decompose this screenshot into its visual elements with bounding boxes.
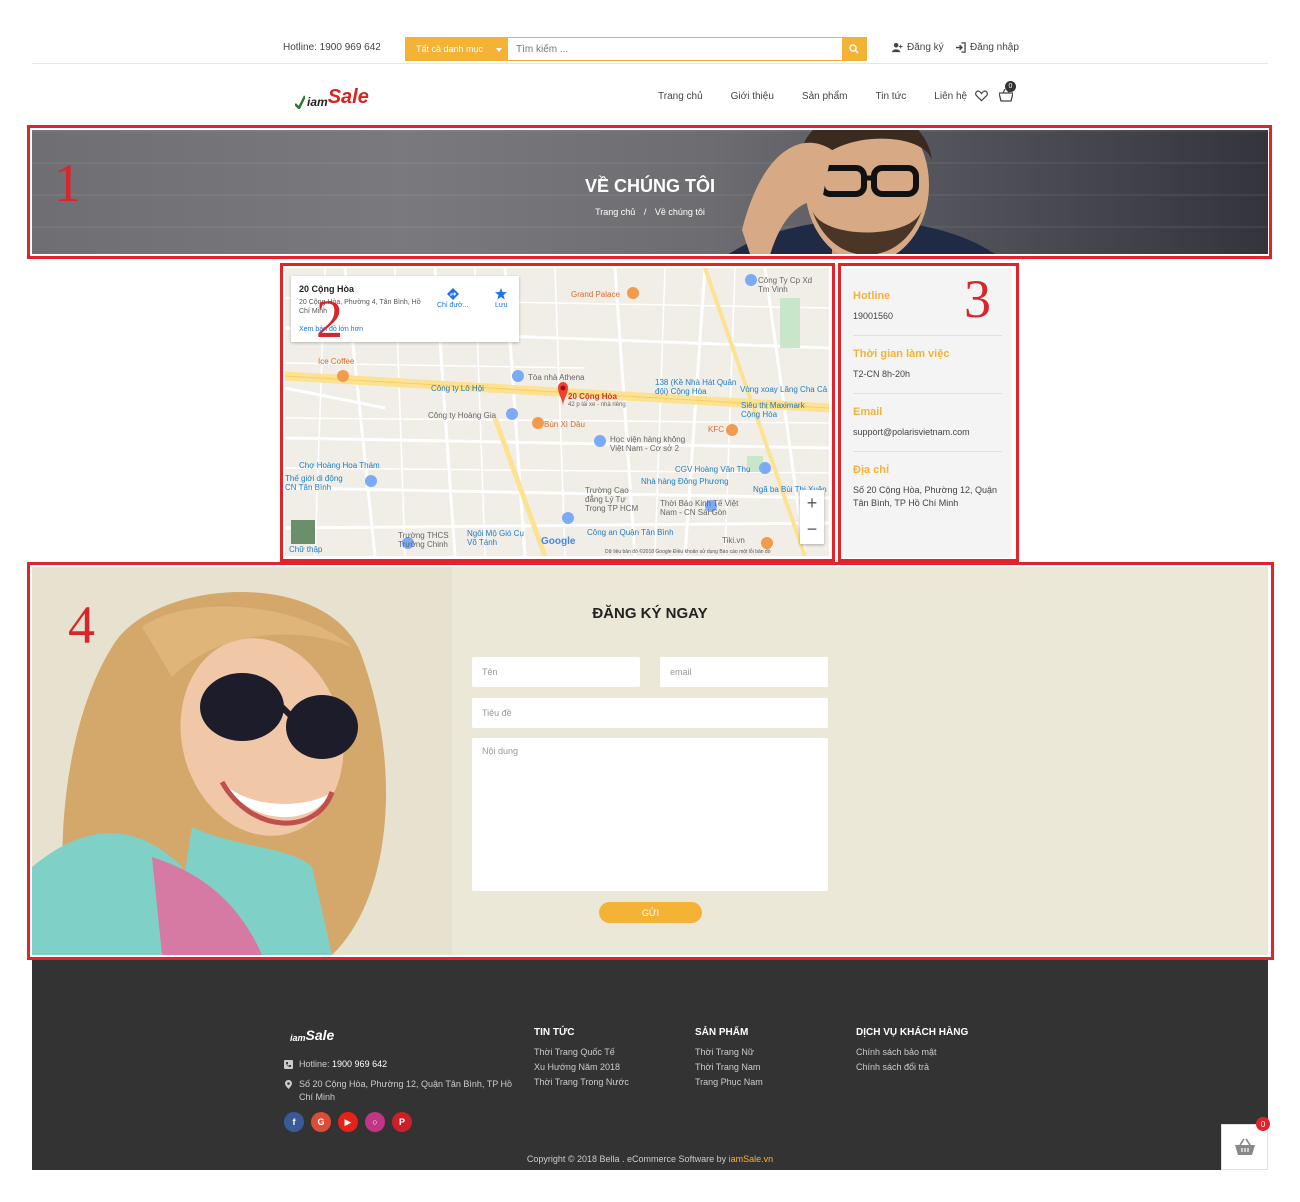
footer-link[interactable]: Trang Phục Nam <box>695 1077 763 1087</box>
footer-hotline: Hotline: 1900 969 642 <box>284 1058 387 1071</box>
register-label: Đăng ký <box>907 42 944 53</box>
heart-icon[interactable] <box>975 90 988 102</box>
login-label: Đăng nhập <box>970 42 1019 53</box>
sign-in-icon <box>955 42 966 53</box>
footer-link[interactable]: Thời Trang Trong Nước <box>534 1077 629 1087</box>
footer-col-products: SẢN PHẨM Thời Trang Nữ Thời Trang Nam Tr… <box>695 1027 763 1092</box>
annotation-number-4: 4 <box>68 595 95 655</box>
nav-contact[interactable]: Liên hệ <box>934 91 967 102</box>
search-input[interactable] <box>508 38 842 60</box>
search-button[interactable] <box>842 38 866 60</box>
footer-address-text: Số 20 Cộng Hòa, Phường 12, Quận Tân Bình… <box>299 1079 513 1102</box>
annotation-box-2 <box>280 263 835 562</box>
social-links: f G ▶ ○ P <box>284 1112 412 1132</box>
floating-cart-badge: 0 <box>1256 1117 1270 1131</box>
search-bar: Tất cả danh mục <box>405 37 867 61</box>
category-label: Tất cả danh mục <box>416 44 484 54</box>
nav-products[interactable]: Sản phẩm <box>802 91 848 102</box>
footer-col-title: TIN TỨC <box>534 1027 575 1038</box>
footer-link[interactable]: Chính sách đổi trả <box>856 1062 968 1072</box>
footer-col-title: SẢN PHẨM <box>695 1027 749 1038</box>
facebook-icon[interactable]: f <box>284 1112 304 1132</box>
footer-link[interactable]: Thời Trang Nam <box>695 1062 763 1072</box>
caret-down-icon <box>496 48 502 52</box>
annotation-number-2: 2 <box>316 289 343 349</box>
site-logo[interactable]: iam Sale <box>295 86 369 109</box>
nav-about[interactable]: Giới thiệu <box>731 91 774 102</box>
cart-count-badge: 0 <box>1005 81 1016 92</box>
annotation-box-3 <box>838 263 1019 562</box>
copyright-brand-link[interactable]: iamSale.vn <box>729 1154 774 1164</box>
nav-news[interactable]: Tin tức <box>876 91 907 102</box>
annotation-number-1: 1 <box>54 153 81 213</box>
footer-col-news: TIN TỨC Thời Trang Quốc Tế Xu Hướng Năm … <box>534 1027 629 1092</box>
google-plus-icon[interactable]: G <box>311 1112 331 1132</box>
logo-mark-icon <box>295 95 305 109</box>
register-link[interactable]: Đăng ký <box>892 42 944 53</box>
search-icon <box>849 44 859 54</box>
footer-address: Số 20 Cộng Hòa, Phường 12, Quận Tân Bình… <box>284 1078 524 1104</box>
instagram-icon[interactable]: ○ <box>365 1112 385 1132</box>
login-link[interactable]: Đăng nhập <box>955 42 1019 53</box>
basket-icon <box>1234 1138 1255 1155</box>
phone-square-icon <box>284 1060 293 1069</box>
nav-home[interactable]: Trang chủ <box>658 91 703 102</box>
footer-hotline-label: Hotline: <box>299 1059 330 1069</box>
map-marker-icon <box>285 1080 292 1089</box>
youtube-icon[interactable]: ▶ <box>338 1112 358 1132</box>
footer-link[interactable]: Chính sách bảo mật <box>856 1047 968 1057</box>
site-footer: iam Sale Hotline: 1900 969 642 Số 20 Cộn… <box>32 960 1268 1170</box>
hotline-text: Hotline: 1900 969 642 <box>283 42 381 53</box>
footer-logo-small: iam <box>290 1033 306 1043</box>
copyright: Copyright © 2018 Bella . eCommerce Softw… <box>32 1154 1268 1164</box>
footer-logo[interactable]: iam Sale <box>290 1027 334 1043</box>
category-dropdown[interactable]: Tất cả danh mục <box>406 38 508 60</box>
main-nav: Trang chủ Giới thiệu Sản phẩm Tin tức Li… <box>658 91 995 102</box>
footer-hotline-value: 1900 969 642 <box>332 1059 388 1069</box>
copyright-text: Copyright © 2018 Bella . eCommerce Softw… <box>526 1154 727 1164</box>
footer-link[interactable]: Thời Trang Nữ <box>695 1047 763 1057</box>
annotation-box-1 <box>27 125 1272 259</box>
pinterest-icon[interactable]: P <box>392 1112 412 1132</box>
footer-link[interactable]: Xu Hướng Năm 2018 <box>534 1062 629 1072</box>
logo-text-small: iam <box>307 95 328 109</box>
footer-link[interactable]: Thời Trang Quốc Tế <box>534 1047 629 1057</box>
annotation-box-4 <box>27 562 1274 960</box>
footer-col-services: DỊCH VỤ KHÁCH HÀNG Chính sách bảo mật Ch… <box>856 1027 968 1077</box>
footer-col-title: DỊCH VỤ KHÁCH HÀNG <box>856 1027 969 1038</box>
user-plus-icon <box>892 42 903 53</box>
annotation-number-3: 3 <box>964 269 991 329</box>
logo-text-big: Sale <box>327 86 369 108</box>
top-bar: Hotline: 1900 969 642 Tất cả danh mục Đă… <box>32 28 1268 64</box>
footer-logo-big: Sale <box>305 1027 335 1043</box>
